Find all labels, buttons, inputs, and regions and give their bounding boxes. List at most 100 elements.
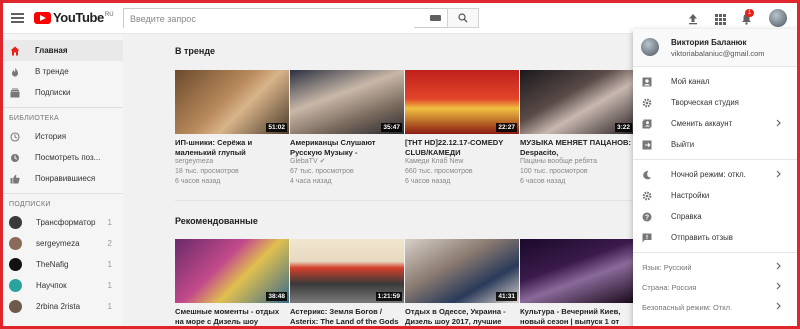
video-card[interactable]: 1:21:59 Астерикс: Земля Богов / Asterix:… xyxy=(290,239,404,326)
upload-icon[interactable] xyxy=(685,11,701,27)
video-card[interactable]: Культура - Вечерний Киев, новый сезон | … xyxy=(520,239,634,326)
youtube-logo[interactable]: YouTube RU xyxy=(34,11,114,24)
video-thumbnail[interactable]: 1:21:59 xyxy=(290,239,404,303)
video-duration: 35:47 xyxy=(381,123,402,132)
menu-item-creator-studio[interactable]: Творческая студия xyxy=(633,92,797,113)
sidebar-item-history[interactable]: История xyxy=(3,126,123,147)
video-card[interactable]: 3:22 МУЗЫКА МЕНЯЕТ ПАЦАНОВ: Despacito, П… xyxy=(520,70,634,187)
chevron-right-icon xyxy=(776,302,781,312)
menu-option-country[interactable]: Страна: Россия xyxy=(633,277,797,297)
menu-item-dark-mode[interactable]: Ночной режим: откл. xyxy=(633,164,797,185)
subscriptions-heading: ПОДПИСКИ xyxy=(9,201,51,208)
divider xyxy=(633,252,797,253)
menu-item-my-channel[interactable]: Мой канал xyxy=(633,71,797,92)
menu-item-label: Отправить отзыв xyxy=(671,233,733,242)
sidebar-item-trending[interactable]: В тренде xyxy=(3,61,123,82)
video-title[interactable]: МУЗЫКА МЕНЯЕТ ПАЦАНОВ: Despacito, xyxy=(520,138,634,157)
sidebar-item-watch-later[interactable]: Посмотреть поз... xyxy=(3,147,123,168)
chevron-right-icon xyxy=(776,119,781,129)
video-thumbnail[interactable]: 38:48 xyxy=(175,239,289,303)
section-divider xyxy=(175,200,633,201)
sidebar-item-liked[interactable]: Понравившиеся xyxy=(3,168,123,189)
menu-item-help[interactable]: ? Справка xyxy=(633,206,797,227)
video-thumbnail[interactable]: 22:27 xyxy=(405,70,519,134)
channel-name[interactable]: Пацаны вообще ребята xyxy=(520,157,634,167)
subscription-item[interactable]: TheNafig 1 xyxy=(3,254,123,275)
video-title[interactable]: [ТНТ HD]22.12.17-COMEDY CLUB/КАМЕДИ xyxy=(405,138,519,157)
video-title[interactable]: Смешные моменты - отдых на море с Дизель… xyxy=(175,307,289,326)
menu-item-switch-account[interactable]: Сменить аккаунт xyxy=(633,113,797,134)
video-title[interactable]: Отдых в Одессе, Украина - Дизель шоу 201… xyxy=(405,307,519,326)
account-avatar[interactable] xyxy=(769,9,787,27)
channel-name[interactable]: sergeymeza xyxy=(175,157,289,167)
help-icon: ? xyxy=(642,212,652,222)
video-title[interactable]: Культура - Вечерний Киев, новый сезон | … xyxy=(520,307,634,326)
channel-name: Трансформатор xyxy=(36,218,96,227)
video-duration: 38:48 xyxy=(266,292,287,301)
menu-option-language[interactable]: Язык: Русский xyxy=(633,257,797,277)
subscription-item[interactable]: Научпок 1 xyxy=(3,275,123,296)
search-input[interactable] xyxy=(124,10,414,28)
menu-item-sign-out[interactable]: Выйти xyxy=(633,134,797,155)
video-title[interactable]: Американцы Слушают Русскую Музыку - xyxy=(290,138,404,157)
sidebar-item-subscriptions[interactable]: Подписки xyxy=(3,82,123,103)
divider xyxy=(3,107,123,108)
verified-icon: ✔ xyxy=(319,158,326,165)
video-card[interactable]: 41:31 Отдых в Одессе, Украина - Дизель ш… xyxy=(405,239,519,326)
menu-item-label: Ночной режим: откл. xyxy=(671,170,746,179)
menu-icon[interactable] xyxy=(11,13,24,23)
subscription-item[interactable]: Трансформатор 1 xyxy=(3,212,123,233)
channel-name[interactable]: GlebaTV ✔ xyxy=(290,157,404,167)
account-icon xyxy=(642,77,652,87)
menu-option-label: Страна: Россия xyxy=(642,282,697,292)
sidebar-item-label: В тренде xyxy=(35,67,69,76)
video-card[interactable]: 22:27 [ТНТ HD]22.12.17-COMEDY CLUB/КАМЕД… xyxy=(405,70,519,187)
video-title[interactable]: ИП-шники: Серёжа и маленький глупый xyxy=(175,138,289,157)
divider xyxy=(633,159,797,160)
subscription-item[interactable]: 2rbina 2rista 1 xyxy=(3,296,123,317)
menu-item-label: Творческая студия xyxy=(671,98,739,107)
menu-item-send-feedback[interactable]: Отправить отзыв xyxy=(633,227,797,248)
video-thumbnail[interactable]: 41:31 xyxy=(405,239,519,303)
channel-name: Научпок xyxy=(36,281,67,290)
sidebar: Главная В тренде Подписки БИБЛИОТЕКА Ист… xyxy=(3,34,123,326)
video-thumbnail[interactable]: 35:47 xyxy=(290,70,404,134)
view-count: 100 тыс. просмотров xyxy=(520,168,588,175)
channel-name: sergeymeza xyxy=(36,239,80,248)
new-videos-count: 1 xyxy=(107,260,112,269)
channel-avatar xyxy=(9,216,22,229)
sidebar-item-home[interactable]: Главная xyxy=(3,40,123,61)
video-thumbnail[interactable] xyxy=(520,239,634,303)
keyboard-icon[interactable] xyxy=(430,15,441,21)
svg-text:?: ? xyxy=(645,214,649,221)
channel-name: 2rbina 2rista xyxy=(36,302,81,311)
logo-region: RU xyxy=(104,12,114,18)
subscription-item[interactable]: sergeymeza 2 xyxy=(3,233,123,254)
video-thumbnail[interactable]: 51:02 xyxy=(175,70,289,134)
menu-item-settings[interactable]: Настройки xyxy=(633,185,797,206)
gear-icon xyxy=(642,191,652,201)
upload-age: 6 часов назад xyxy=(405,178,451,185)
video-card[interactable]: 35:47 Американцы Слушают Русскую Музыку … xyxy=(290,70,404,187)
menu-option-restricted-mode[interactable]: Безопасный режим: Откл. xyxy=(633,297,797,317)
video-card[interactable]: 38:48 Смешные моменты - отдых на море с … xyxy=(175,239,289,326)
section-title-trending[interactable]: В тренде xyxy=(175,46,215,56)
channel-name[interactable]: Камеди Клаб New xyxy=(405,157,519,167)
menu-item-label: Сменить аккаунт xyxy=(671,119,733,128)
video-card[interactable]: 51:02 ИП-шники: Серёжа и маленький глупы… xyxy=(175,70,289,187)
clock-icon xyxy=(10,153,20,163)
search-button[interactable] xyxy=(447,8,479,28)
menu-item-label: Мой канал xyxy=(671,77,710,86)
view-count: 18 тыс. просмотров xyxy=(175,168,239,175)
video-title[interactable]: Астерикс: Земля Богов / Asterix: The Lan… xyxy=(290,307,404,326)
video-thumbnail[interactable]: 3:22 xyxy=(520,70,634,134)
view-count: 67 тыс. просмотров xyxy=(290,168,354,175)
new-videos-count: 1 xyxy=(107,281,112,290)
new-videos-count: 2 xyxy=(107,239,112,248)
sign-out-icon xyxy=(642,140,652,150)
feedback-icon xyxy=(642,233,652,243)
apps-grid-icon[interactable] xyxy=(712,11,728,27)
sidebar-item-label: Подписки xyxy=(35,88,71,97)
menu-option-label: Безопасный режим: Откл. xyxy=(642,302,733,312)
upload-age: 6 часов назад xyxy=(175,178,221,185)
